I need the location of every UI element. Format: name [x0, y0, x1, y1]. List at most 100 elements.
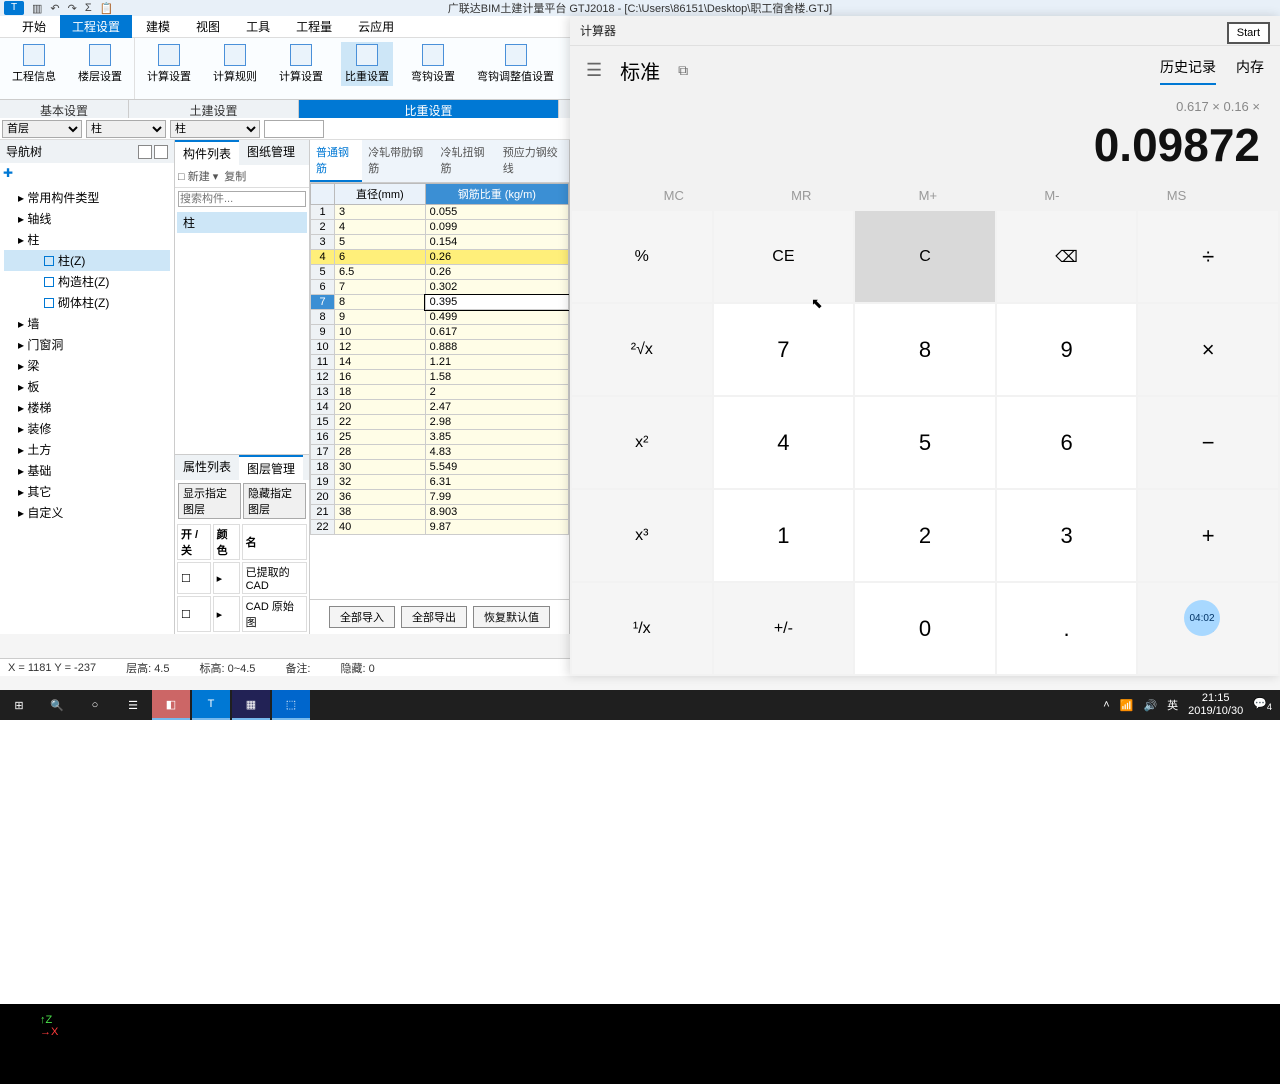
ribbon-button[interactable]: 计算设置 [143, 42, 195, 86]
calc-key-CE[interactable]: CE [714, 211, 854, 302]
calc-mem-button[interactable]: M- [1044, 188, 1059, 203]
add-icon[interactable]: ✚ [3, 166, 13, 180]
taskview-icon[interactable]: ☰ [114, 690, 152, 720]
filter-sub[interactable]: 柱 [170, 120, 260, 138]
tree-node[interactable]: 砌体柱(Z) [4, 292, 170, 313]
ribbon-button[interactable]: 弯钩调整值设置 [473, 42, 558, 86]
tree-node[interactable]: 柱(Z) [4, 250, 170, 271]
calc-key-0[interactable]: 0 [855, 583, 995, 674]
system-tray[interactable]: ˄ 📶 🔊 英 21:152019/10/30 💬4 [1095, 692, 1280, 718]
tray-wifi-icon[interactable]: 📶 [1120, 699, 1134, 712]
calc-key-6[interactable]: 6 [997, 397, 1137, 488]
ribbon-button[interactable]: 弯钩设置 [407, 42, 459, 86]
calc-key-C[interactable]: C [855, 211, 995, 302]
tree-node[interactable]: ▸ 柱 [4, 229, 170, 250]
menu-tab[interactable]: 建模 [134, 15, 182, 38]
menu-tab[interactable]: 工程量 [284, 15, 344, 38]
calc-key-9[interactable]: 9 [997, 304, 1137, 395]
ratio-subtab[interactable]: 预应力钢绞线 [497, 140, 569, 182]
ratio-subtab[interactable]: 普通钢筋 [310, 140, 362, 182]
cortana-icon[interactable]: ○ [76, 690, 114, 720]
tab-memory[interactable]: 内存 [1236, 57, 1264, 85]
ribbon-button[interactable]: 计算规则 [209, 42, 261, 86]
tree-node[interactable]: ▸ 楼梯 [4, 397, 170, 418]
tray-clock[interactable]: 21:152019/10/30 [1188, 692, 1243, 718]
menu-tab[interactable]: 云应用 [346, 15, 406, 38]
restore-default-button[interactable]: 恢复默认值 [473, 606, 550, 628]
calc-key-7[interactable]: 7 [714, 304, 854, 395]
calc-mem-button[interactable]: MC [664, 188, 684, 203]
menu-tab[interactable]: 工程设置 [60, 15, 132, 38]
hamburger-icon[interactable]: ☰ [586, 60, 602, 81]
copy-button[interactable]: 复制 [224, 168, 246, 184]
tray-volume-icon[interactable]: 🔊 [1143, 699, 1157, 712]
ribbon-button[interactable]: 工程信息 [8, 42, 60, 86]
calc-key-4[interactable]: 4 [714, 397, 854, 488]
ratio-subtab[interactable]: 冷轧扭钢筋 [434, 140, 496, 182]
calc-key-8[interactable]: 8 [855, 304, 995, 395]
menu-tab[interactable]: 工具 [234, 15, 282, 38]
import-all-button[interactable]: 全部导入 [329, 606, 395, 628]
calc-key-¹/x[interactable]: ¹/x [572, 583, 712, 674]
tree-node[interactable]: ▸ 梁 [4, 355, 170, 376]
tree-node[interactable]: ▸ 常用构件类型 [4, 187, 170, 208]
taskbar-app[interactable]: ◧ [152, 690, 190, 720]
tree-node[interactable]: ▸ 板 [4, 376, 170, 397]
calc-key-5[interactable]: 5 [855, 397, 995, 488]
tab-component-list[interactable]: 构件列表 [175, 140, 239, 165]
tab-properties[interactable]: 属性列表 [175, 455, 239, 480]
calc-key-⌫[interactable]: ⌫ [997, 211, 1137, 302]
calc-key-x³[interactable]: x³ [572, 490, 712, 581]
calc-key-%[interactable]: % [572, 211, 712, 302]
hide-layer-button[interactable]: 隐藏指定图层 [243, 483, 306, 519]
layer-row[interactable]: CAD 原始图 [242, 596, 307, 632]
tab-history[interactable]: 历史记录 [1160, 57, 1216, 85]
qat-icon[interactable]: ▥ [32, 2, 42, 15]
export-all-button[interactable]: 全部导出 [401, 606, 467, 628]
tree-node[interactable]: ▸ 装修 [4, 418, 170, 439]
filter-cat[interactable]: 柱 [86, 120, 166, 138]
tree-node[interactable]: ▸ 墙 [4, 313, 170, 334]
taskbar-app[interactable]: ⬚ [272, 690, 310, 720]
new-button[interactable]: □ 新建 ▾ [178, 168, 218, 184]
qat-icon[interactable]: Σ [85, 2, 92, 14]
tray-up-icon[interactable]: ˄ [1103, 699, 1109, 711]
ribbon-button[interactable]: 楼层设置 [74, 42, 126, 86]
calc-key-x²[interactable]: x² [572, 397, 712, 488]
search-icon[interactable]: 🔍 [38, 690, 76, 720]
calc-key-.[interactable]: . [997, 583, 1137, 674]
ribbon-button[interactable]: 比重设置 [341, 42, 393, 86]
tab-layers[interactable]: 图层管理 [239, 455, 303, 480]
start-button[interactable]: ⊞ [0, 690, 38, 720]
tree-node[interactable]: ▸ 基础 [4, 460, 170, 481]
ratio-subtab[interactable]: 冷轧带肋钢筋 [362, 140, 434, 182]
calc-key-÷[interactable]: ÷ [1138, 211, 1278, 302]
tree-node[interactable]: 构造柱(Z) [4, 271, 170, 292]
ribbon-button[interactable]: 计算设置 [275, 42, 327, 86]
model-canvas[interactable]: ↑Z→X [0, 1004, 1280, 1084]
tray-notification-icon[interactable]: 💬4 [1253, 697, 1272, 712]
calc-key-+[interactable]: + [1138, 490, 1278, 581]
tree-node[interactable]: ▸ 土方 [4, 439, 170, 460]
calc-key-+/-[interactable]: +/- [714, 583, 854, 674]
qat-icon[interactable]: ↶ [50, 2, 59, 15]
tree-node[interactable]: ▸ 轴线 [4, 208, 170, 229]
ratio-table[interactable]: 直径(mm)钢筋比重 (kg/m)130.055240.099350.15446… [310, 183, 569, 535]
menu-tab[interactable]: 开始 [10, 15, 58, 38]
list-item[interactable]: 柱 [177, 212, 307, 233]
tree-node[interactable]: ▸ 门窗洞 [4, 334, 170, 355]
start-overlay-button[interactable]: Start [1227, 22, 1270, 44]
tree-node[interactable]: ▸ 其它 [4, 481, 170, 502]
calc-key-²√x[interactable]: ²√x [572, 304, 712, 395]
tab-drawing-mgmt[interactable]: 图纸管理 [239, 140, 303, 165]
view-grid-icon[interactable] [154, 145, 168, 159]
filter-extra[interactable] [264, 120, 324, 138]
calc-key-−[interactable]: − [1138, 397, 1278, 488]
calc-mem-button[interactable]: M+ [919, 188, 937, 203]
tray-ime[interactable]: 英 [1167, 697, 1178, 713]
calc-mem-button[interactable]: MR [791, 188, 811, 203]
calc-key-3[interactable]: 3 [997, 490, 1137, 581]
calc-mem-button[interactable]: MS [1167, 188, 1187, 203]
search-input[interactable] [178, 191, 306, 207]
layer-row[interactable]: 已提取的 CAD [242, 562, 307, 594]
